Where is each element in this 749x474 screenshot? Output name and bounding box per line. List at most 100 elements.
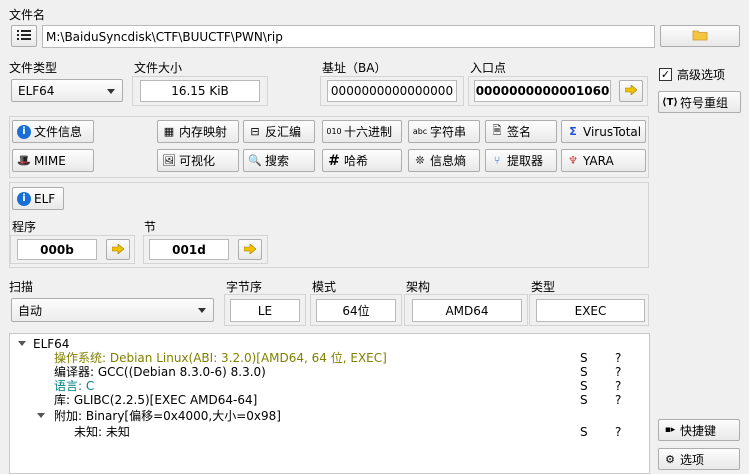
elf-button[interactable]: i ELF [12, 187, 64, 210]
info-icon: i [17, 124, 31, 139]
entropy-icon: ❊ [415, 154, 425, 167]
file-size-field[interactable]: 16.15 KiB [140, 80, 260, 102]
search-label: 搜索 [265, 154, 290, 168]
info-icon: i [17, 191, 31, 206]
strings-button[interactable]: abc 字符串 [408, 120, 480, 143]
search-icon: 🔍 [248, 154, 262, 167]
mode-label: 模式 [312, 280, 337, 294]
tree-row-s: S [580, 393, 588, 407]
endian-label: 字节序 [226, 280, 263, 294]
entropy-button[interactable]: ❊ 信息熵 [408, 149, 480, 172]
tree-row-text: 附加: Binary[偏移=0x4000,大小=0x98] [54, 409, 281, 423]
results-tree[interactable]: ELF64 操作系统: Debian Linux(ABI: 3.2.0)[AMD… [9, 333, 650, 474]
hex-icon: 010 [326, 127, 342, 136]
scan-value: 自动 [18, 303, 43, 318]
chevron-down-icon [198, 308, 206, 313]
mode-field[interactable]: 64位 [316, 299, 396, 322]
expand-arrow-icon[interactable] [37, 413, 45, 418]
tree-row-q[interactable]: ? [615, 425, 621, 439]
tree-row-s: S [580, 365, 588, 379]
memory-map-button[interactable]: ▦ 内存映射 [157, 120, 239, 143]
tree-root[interactable]: ELF64 [33, 337, 69, 351]
visualize-button[interactable]: 🖼 可视化 [157, 149, 239, 172]
tree-row[interactable]: 编译器: GCC((Debian 8.3.0-6) 8.3.0) [54, 365, 266, 379]
program-goto-button[interactable] [106, 239, 130, 260]
advanced-checkbox[interactable]: ✓ [659, 68, 672, 81]
tree-row-q[interactable]: ? [615, 379, 621, 393]
endian-field[interactable]: LE [230, 299, 300, 322]
tree-row-q[interactable]: ? [615, 351, 621, 365]
tree-row[interactable]: 未知: 未知 [74, 425, 130, 439]
follow-entry-button[interactable] [619, 80, 643, 102]
tree-row-text: 未知: 未知 [74, 425, 130, 439]
tree-row-q[interactable]: ? [615, 365, 621, 379]
strings-label: 字符串 [430, 125, 467, 139]
image-icon: 🖼 [162, 154, 176, 167]
menu-button[interactable] [11, 25, 37, 47]
hex-button[interactable]: 010 十六进制 [322, 120, 402, 143]
shortcuts-label: 快捷键 [680, 423, 717, 438]
arrow-right-icon [111, 242, 125, 257]
scan-select[interactable]: 自动 [11, 298, 214, 322]
symbol-button-label: 符号重组 [680, 95, 729, 110]
program-label: 程序 [12, 220, 37, 234]
file-type-label: 文件类型 [9, 61, 58, 75]
tree-row-text: 编译器: GCC((Debian 8.3.0-6) 8.3.0) [54, 365, 266, 379]
kind-field[interactable]: EXEC [536, 299, 645, 322]
entry-point-label: 入口点 [470, 61, 507, 75]
file-path-field[interactable]: M:\BaiduSyncdisk\CTF\BUUCTF\PWN\rip [42, 25, 655, 48]
section-field[interactable]: 001d [149, 239, 229, 260]
yara-button[interactable]: ♆ YARA [561, 149, 646, 172]
arch-field[interactable]: AMD64 [412, 299, 522, 322]
tree-row-text: 库: GLIBC(2.2.5)[EXEC AMD64-64] [54, 393, 258, 407]
entropy-label: 信息熵 [430, 154, 467, 168]
disassembly-label: 反汇编 [265, 125, 302, 139]
tree-row-text: 操作系统: Debian Linux(ABI: 3.2.0)[AMD64, 64… [54, 351, 387, 365]
yara-label: YARA [583, 153, 614, 168]
tree-row-text: 语言: C [54, 379, 95, 393]
memory-map-label: 内存映射 [179, 125, 228, 139]
arch-label: 架构 [406, 280, 431, 294]
shortcut-icon: ▪▸ [664, 425, 676, 435]
file-info-button[interactable]: i 文件信息 [12, 120, 94, 143]
tree-row[interactable]: 操作系统: Debian Linux(ABI: 3.2.0)[AMD64, 64… [54, 351, 387, 365]
tree-row[interactable]: 库: GLIBC(2.2.5)[EXEC AMD64-64] [54, 393, 257, 407]
arrow-right-icon [624, 84, 638, 98]
chevron-down-icon [107, 88, 115, 94]
open-file-button[interactable] [660, 25, 740, 47]
entry-point-field[interactable]: 0000000000001060 [474, 80, 611, 102]
options-label: 选项 [680, 452, 705, 467]
tree-row[interactable]: 附加: Binary[偏移=0x4000,大小=0x98] [54, 409, 281, 423]
hash-button[interactable]: # 哈希 [322, 149, 402, 172]
file-type-select[interactable]: ELF64 [11, 79, 123, 102]
symbol-button[interactable]: ⟨T⟩ 符号重组 [658, 91, 741, 113]
mime-icon: 🎩 [17, 154, 31, 167]
memory-map-icon: ▦ [163, 125, 175, 138]
virustotal-icon: Σ [569, 125, 577, 138]
base-address-field[interactable]: 0000000000000000 [327, 80, 457, 102]
elf-label: ELF [34, 191, 56, 206]
scan-label: 扫描 [9, 280, 34, 294]
tree-row-s: S [580, 425, 588, 439]
search-button[interactable]: 🔍 搜索 [243, 149, 315, 172]
visualize-label: 可视化 [179, 154, 216, 168]
options-button[interactable]: ⚙ 选项 [658, 448, 740, 470]
mime-button[interactable]: 🎩 MIME [12, 149, 94, 172]
virustotal-button[interactable]: Σ VirusTotal [561, 120, 646, 143]
section-label: 节 [144, 220, 157, 234]
shortcuts-button[interactable]: ▪▸ 快捷键 [658, 419, 740, 441]
signature-button[interactable]: 🗎 签名 [485, 120, 557, 143]
extractor-button[interactable]: ⑂ 提取器 [485, 149, 557, 172]
tree-row-q[interactable]: ? [615, 393, 621, 407]
advanced-option[interactable]: ✓ 高级选项 [659, 66, 725, 83]
disassembly-icon: ⊟ [250, 125, 260, 138]
program-field[interactable]: 000b [17, 239, 97, 260]
tree-row[interactable]: 语言: C [54, 379, 94, 393]
text-cursor-icon: ⟨T⟩ [662, 96, 678, 108]
folder-icon [692, 29, 708, 44]
disassembly-button[interactable]: ⊟ 反汇编 [243, 120, 315, 143]
section-goto-button[interactable] [238, 239, 262, 260]
arrow-right-icon [243, 242, 257, 257]
expand-arrow-icon[interactable] [18, 341, 26, 346]
extractor-icon: ⑂ [493, 154, 501, 167]
